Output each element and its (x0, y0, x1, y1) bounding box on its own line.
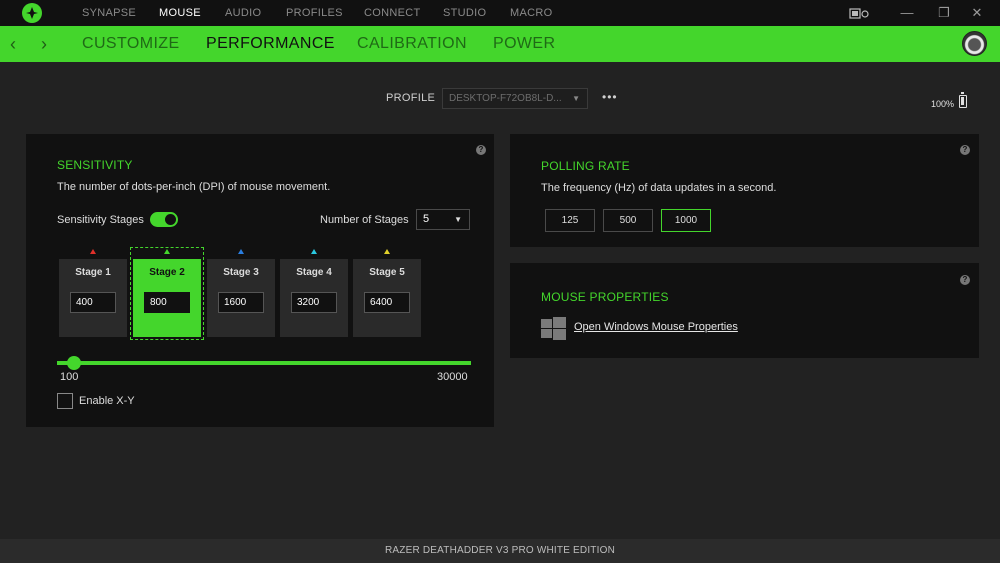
stage-name: Stage 5 (369, 267, 405, 278)
stage-5-card[interactable]: Stage 5 6400 (353, 259, 421, 337)
open-mouse-properties-link[interactable]: Open Windows Mouse Properties (574, 321, 738, 333)
polling-rate-title: POLLING RATE (541, 159, 630, 173)
help-icon[interactable]: ? (960, 145, 970, 155)
sub-nav-bar: ‹ › CUSTOMIZE PERFORMANCE CALIBRATION PO… (0, 26, 1000, 62)
stage-dpi-input[interactable]: 1600 (218, 292, 264, 313)
restore-icon[interactable]: ❐ (934, 0, 954, 26)
stage-name: Stage 2 (149, 267, 185, 278)
stage-dpi-input[interactable]: 6400 (364, 292, 410, 313)
windows-logo-icon (541, 317, 566, 340)
tab-customize[interactable]: CUSTOMIZE (82, 26, 180, 62)
stage-name: Stage 1 (75, 267, 111, 278)
number-of-stages-label: Number of Stages (320, 214, 409, 226)
tab-calibration[interactable]: CALIBRATION (357, 26, 467, 62)
battery-icon (959, 92, 967, 108)
tab-power[interactable]: POWER (493, 26, 555, 62)
nav-studio[interactable]: STUDIO (443, 0, 486, 26)
slider-max-label: 30000 (437, 371, 468, 383)
razer-logo-icon[interactable] (22, 3, 42, 23)
number-of-stages-dropdown[interactable]: 5 ▼ (416, 209, 470, 230)
stage-1-marker-icon (90, 249, 96, 254)
mouse-properties-title: MOUSE PROPERTIES (541, 290, 669, 304)
dpi-slider-track[interactable] (57, 361, 471, 365)
help-icon[interactable]: ? (960, 275, 970, 285)
dpi-slider-handle[interactable] (67, 356, 81, 370)
stage-name: Stage 4 (296, 267, 332, 278)
device-name-footer: RAZER DEATHADDER V3 PRO WHITE EDITION (0, 539, 1000, 563)
forward-arrow-icon[interactable]: › (41, 26, 47, 62)
minimize-icon[interactable]: — (897, 0, 917, 26)
nav-mouse[interactable]: MOUSE (159, 0, 201, 26)
stage-4-card[interactable]: Stage 4 3200 (280, 259, 348, 337)
nav-synapse[interactable]: SYNAPSE (82, 0, 136, 26)
chevron-down-icon: ▼ (572, 94, 580, 103)
profile-selected-value: DESKTOP-F72OB8L-D... (449, 93, 562, 104)
slider-min-label: 100 (60, 371, 79, 383)
battery-percent: 100% (931, 99, 955, 109)
more-options-icon[interactable]: ••• (602, 91, 618, 103)
profile-label: PROFILE (386, 92, 436, 104)
nav-connect[interactable]: CONNECT (364, 0, 421, 26)
nav-audio[interactable]: AUDIO (225, 0, 261, 26)
nav-profiles[interactable]: PROFILES (286, 0, 343, 26)
polling-rate-description: The frequency (Hz) of data updates in a … (541, 182, 777, 194)
stage-dpi-input[interactable]: 800 (144, 292, 190, 313)
stage-1-card[interactable]: Stage 1 400 (59, 259, 127, 337)
device-settings-icon[interactable] (849, 7, 869, 19)
sensitivity-stages-label: Sensitivity Stages (57, 214, 144, 226)
stage-2-card[interactable]: Stage 2 800 (133, 259, 201, 337)
sensitivity-description: The number of dots-per-inch (DPI) of mou… (57, 181, 331, 193)
top-bar: SYNAPSE MOUSE AUDIO PROFILES CONNECT STU… (0, 0, 1000, 26)
tab-performance[interactable]: PERFORMANCE (206, 26, 335, 62)
sensitivity-title: SENSITIVITY (57, 158, 133, 172)
back-arrow-icon[interactable]: ‹ (10, 26, 16, 62)
chevron-down-icon: ▼ (454, 215, 462, 224)
enable-xy-label: Enable X-Y (79, 395, 135, 407)
enable-xy-checkbox[interactable] (57, 393, 73, 409)
stage-4-marker-icon (311, 249, 317, 254)
number-of-stages-value: 5 (423, 213, 430, 225)
polling-rate-1000-button[interactable]: 1000 (661, 209, 711, 232)
polling-rate-500-button[interactable]: 500 (603, 209, 653, 232)
mouse-properties-panel (510, 263, 979, 358)
avatar[interactable] (962, 31, 987, 56)
stage-5-marker-icon (384, 249, 390, 254)
stage-dpi-input[interactable]: 400 (70, 292, 116, 313)
help-icon[interactable]: ? (476, 145, 486, 155)
stage-3-card[interactable]: Stage 3 1600 (207, 259, 275, 337)
profile-dropdown[interactable]: DESKTOP-F72OB8L-D... ▼ (442, 88, 588, 109)
sensitivity-stages-toggle[interactable] (150, 212, 178, 227)
polling-rate-125-button[interactable]: 125 (545, 209, 595, 232)
stage-name: Stage 3 (223, 267, 259, 278)
stage-dpi-input[interactable]: 3200 (291, 292, 337, 313)
nav-macro[interactable]: MACRO (510, 0, 552, 26)
close-icon[interactable]: ✕ (967, 0, 987, 26)
stage-3-marker-icon (238, 249, 244, 254)
